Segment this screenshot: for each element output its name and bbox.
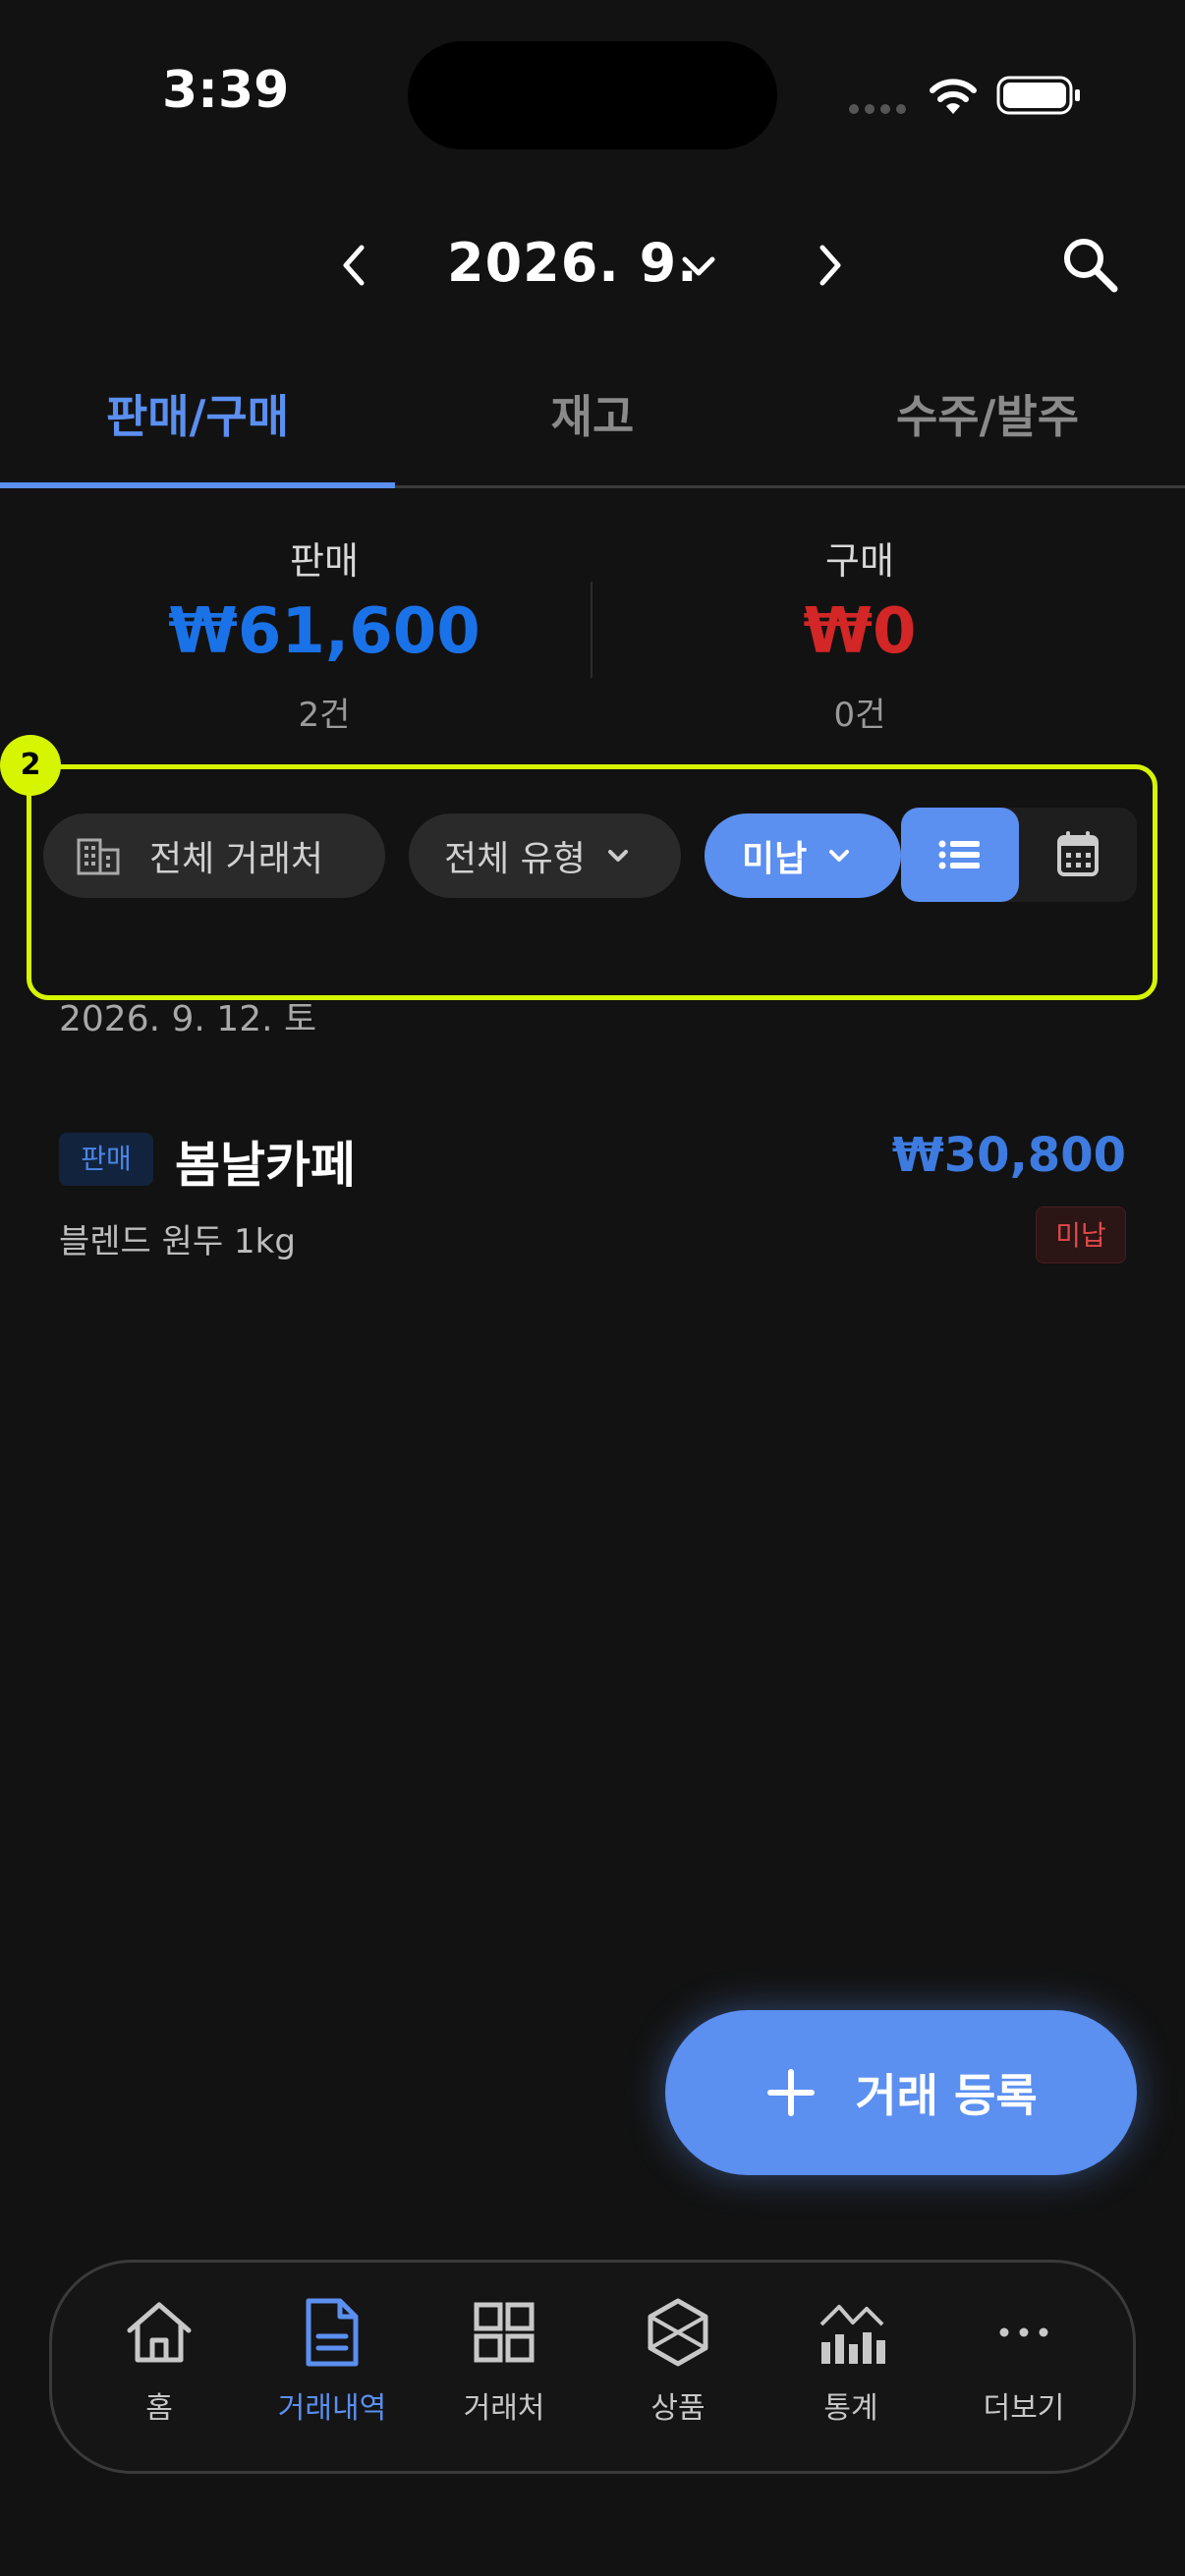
nav-item-home[interactable]: 홈	[73, 2295, 246, 2442]
transaction-status-badge: 미납	[1036, 1206, 1126, 1263]
purchase-summary-amount: ₩0	[803, 595, 917, 668]
tab-indicator	[0, 482, 395, 488]
purchase-summary-count: 0건	[833, 696, 886, 735]
status-time: 3:39	[162, 61, 290, 120]
annotation-badge: 2	[0, 735, 61, 796]
sale-summary-amount: ₩61,600	[168, 595, 480, 668]
transaction-amount: ₩30,800	[891, 1128, 1126, 1183]
nav-label-more: 더보기	[983, 2391, 1065, 2426]
search-icon[interactable]	[1057, 232, 1122, 297]
battery-icon	[996, 76, 1080, 115]
month-title[interactable]: 2026. 9.	[447, 232, 699, 294]
grid-icon	[474, 2302, 535, 2363]
next-month-button[interactable]	[806, 236, 855, 295]
sale-summary-label: 판매	[290, 539, 359, 583]
document-icon	[306, 2298, 359, 2367]
transaction-type-badge: 판매	[59, 1133, 153, 1186]
transaction-description: 블렌드 원두 1kg	[59, 1222, 296, 1261]
add-transaction-label: 거래 등록	[855, 2069, 1038, 2122]
nav-label-transactions: 거래내역	[277, 2391, 387, 2426]
summary-divider	[591, 582, 592, 678]
annotation-highlight-box	[27, 764, 1157, 1000]
nav-item-more[interactable]: 더보기	[937, 2295, 1110, 2442]
plus-icon	[767, 2069, 816, 2116]
nav-item-transactions[interactable]: 거래내역	[246, 2295, 419, 2442]
tab-sales-purchase[interactable]: 판매/구매	[0, 381, 395, 452]
dynamic-island	[408, 41, 777, 149]
nav-item-products[interactable]: 상품	[592, 2295, 764, 2442]
transaction-title[interactable]: 봄날카페	[175, 1126, 356, 1197]
nav-label-vendors: 거래처	[463, 2391, 545, 2426]
tab-inventory[interactable]: 재고	[395, 381, 790, 452]
nav-label-products: 상품	[650, 2391, 705, 2426]
home-icon	[127, 2302, 192, 2363]
purchase-summary-label: 구매	[825, 539, 894, 583]
wifi-icon	[930, 79, 977, 114]
box-icon	[648, 2298, 708, 2367]
add-transaction-button[interactable]: 거래 등록	[665, 2010, 1137, 2175]
chevron-down-icon[interactable]	[676, 244, 721, 289]
sale-summary-count: 2건	[298, 696, 351, 735]
tab-orders[interactable]: 수주/발주	[790, 381, 1185, 452]
stats-icon	[819, 2305, 885, 2364]
nav-item-stats[interactable]: 통계	[764, 2295, 937, 2442]
cellular-signal-icon	[849, 104, 908, 116]
more-icon	[999, 2327, 1048, 2337]
nav-item-vendors[interactable]: 거래처	[418, 2295, 591, 2442]
previous-month-button[interactable]	[329, 236, 378, 295]
nav-label-stats: 통계	[823, 2391, 878, 2426]
nav-label-home: 홈	[145, 2391, 173, 2426]
